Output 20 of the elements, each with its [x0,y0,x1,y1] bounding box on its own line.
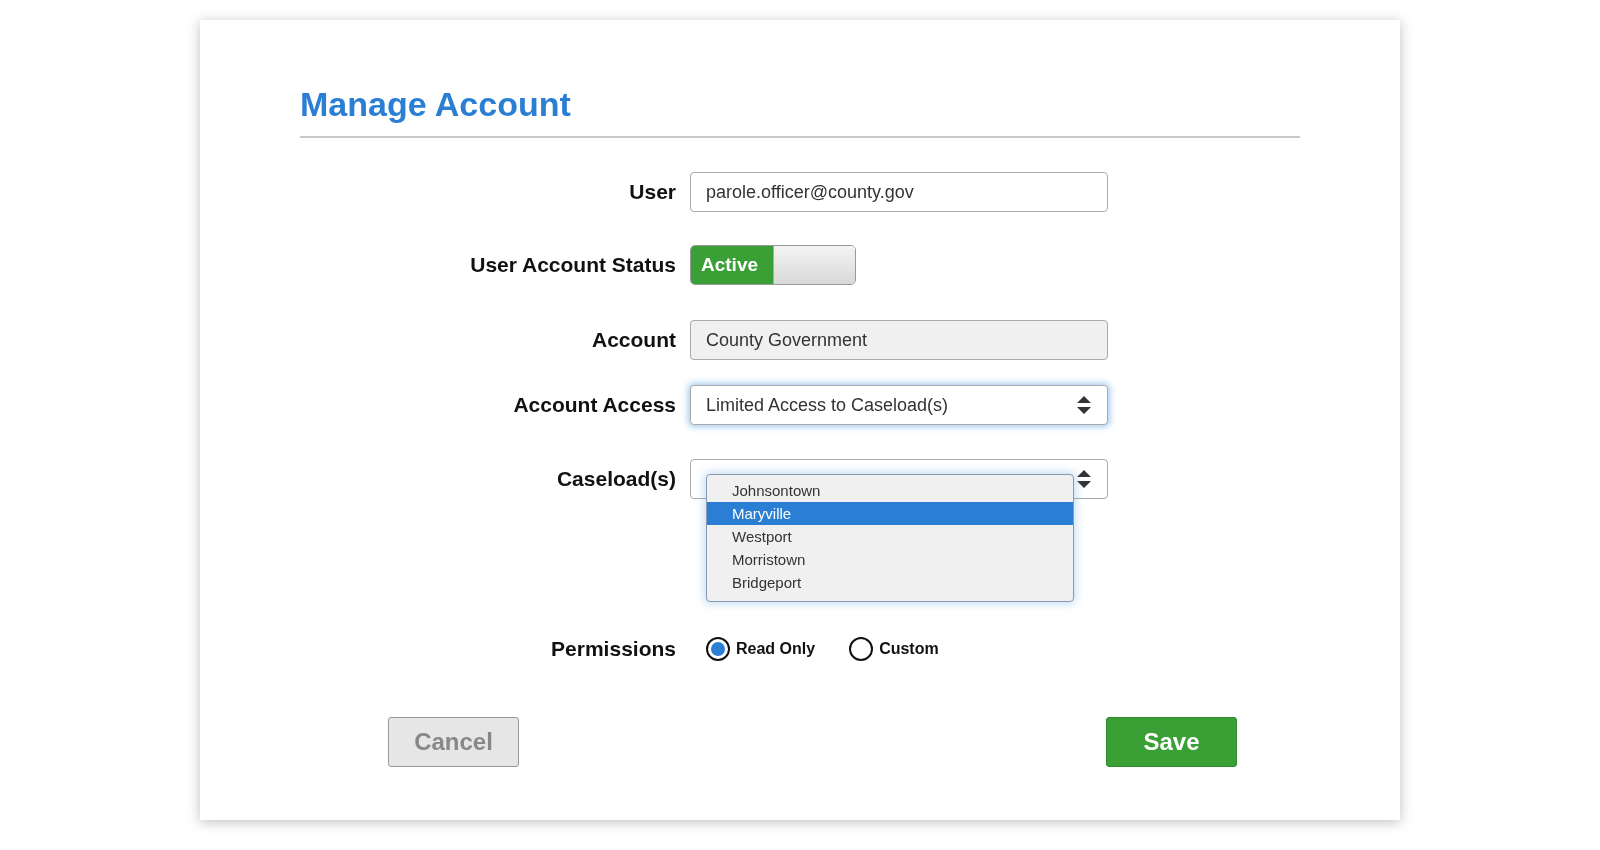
dropdown-option[interactable]: Morristown [707,548,1073,571]
field-label: Permissions [551,637,676,661]
field-label: User Account Status [470,253,676,277]
sort-arrows-icon [1076,469,1092,489]
radio-label: Custom [879,640,939,658]
radio-button[interactable] [849,637,874,661]
sort-arrows-icon [1076,395,1092,415]
radio-button[interactable] [706,637,730,661]
field-label: Account Access [513,393,676,417]
dropdown-option[interactable]: Westport [707,525,1073,548]
field-label: Caseload(s) [556,467,676,491]
page-title: Manage Account [300,84,571,125]
field-label: Account [592,328,676,352]
dropdown-option[interactable]: Maryville [707,502,1073,525]
field-label: User [629,180,676,204]
radio-label: Read Only [736,640,816,658]
access-select[interactable]: Limited Access to Caseload(s) [690,385,1108,425]
dropdown-option[interactable]: Johnsontown [707,479,1073,502]
user-field[interactable]: parole.officer@county.gov [690,172,1108,212]
dropdown-option[interactable]: Bridgeport [707,571,1073,594]
